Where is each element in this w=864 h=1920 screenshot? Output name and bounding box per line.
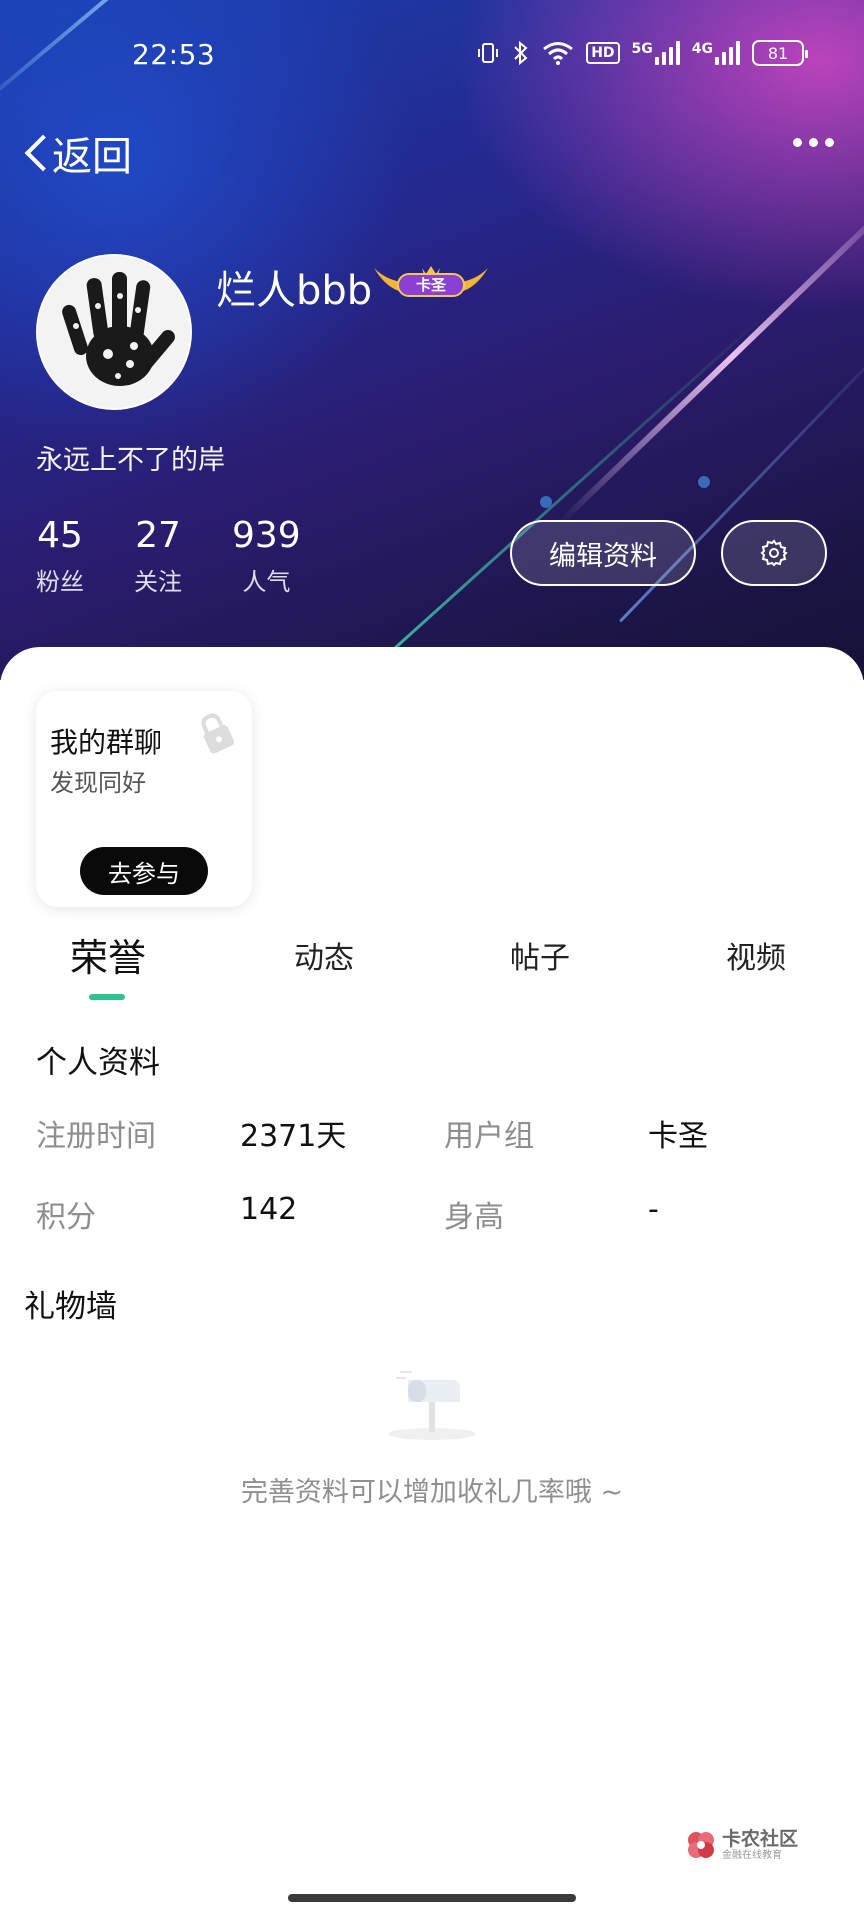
edit-profile-button[interactable]: 编辑资料 (510, 520, 696, 586)
content-sheet: 我的群聊 发现同好 去参与 荣誉 动态 帖子 视频 个人资料 注册时间 2371… (0, 647, 864, 1920)
wifi-icon (542, 41, 574, 65)
avatar[interactable] (36, 254, 192, 410)
tab-activity[interactable]: 动态 (254, 933, 394, 977)
stat-value: 939 (232, 515, 301, 556)
info-value-register-time: 2371天 (240, 1119, 347, 1154)
tab-honors[interactable]: 荣誉 (38, 927, 178, 982)
home-indicator[interactable] (288, 1894, 576, 1902)
more-dot (809, 138, 818, 147)
more-options-button[interactable] (793, 138, 834, 147)
watermark-tagline: 金融在线教育 (722, 1850, 782, 1861)
username: 烂人bbb (216, 268, 373, 314)
profile-banner: 22:53 HD 5G 4G 81 返回 烂人bbb 卡圣 永远上不了的岸 45… (0, 0, 864, 680)
stat-value: 27 (135, 515, 181, 556)
chevron-left-icon (22, 133, 48, 173)
vip-badge: 卡圣 (372, 262, 490, 300)
mailbox-icon (388, 1371, 476, 1440)
info-label-register-time: 注册时间 (36, 1119, 156, 1154)
signal-4g-icon: 4G (692, 41, 740, 65)
status-time: 22:53 (132, 38, 216, 71)
back-button[interactable]: 返回 (22, 124, 132, 182)
stat-following[interactable]: 27 关注 (134, 514, 182, 597)
info-value-height: - (648, 1192, 659, 1227)
light-streak (557, 187, 864, 526)
gift-wall-empty-text: 完善资料可以增加收礼几率哦 ~ (240, 1477, 624, 1508)
profile-stats: 45 粉丝 27 关注 939 人气 (36, 514, 351, 597)
info-value-points: 142 (240, 1192, 298, 1227)
badge-label: 卡圣 (415, 276, 446, 294)
info-label-points: 积分 (36, 1200, 96, 1235)
tab-posts[interactable]: 帖子 (470, 933, 610, 977)
profile-screen: 22:53 HD 5G 4G 81 返回 烂人bbb 卡圣 永远上不了的岸 45… (0, 0, 864, 1920)
bluetooth-icon (512, 40, 530, 66)
handprint-avatar-image (38, 256, 190, 408)
stat-popularity: 939 人气 (232, 514, 301, 597)
group-chat-card[interactable]: 我的群聊 发现同好 去参与 (36, 691, 252, 907)
info-label-height: 身高 (444, 1200, 504, 1235)
profile-tabs: 荣誉 动态 帖子 视频 (0, 927, 864, 1001)
group-card-title: 我的群聊 (50, 726, 163, 759)
net-type-label: 5G (631, 41, 653, 57)
back-label: 返回 (52, 134, 132, 180)
status-bar: 22:53 HD 5G 4G 81 (0, 30, 864, 80)
kanong-logo-icon (688, 1832, 714, 1858)
more-dot (793, 138, 802, 147)
watermark-name: 卡农社区 (722, 1828, 799, 1850)
lock-icon (201, 713, 235, 754)
settings-button[interactable] (721, 520, 827, 586)
tab-videos[interactable]: 视频 (686, 933, 826, 977)
group-card-subtitle: 发现同好 (50, 769, 146, 797)
watermark: 卡农社区 金融在线教育 (684, 1828, 798, 1862)
stat-value: 45 (37, 515, 83, 556)
info-label-user-group: 用户组 (444, 1119, 534, 1154)
decor-dot (540, 496, 552, 508)
net-type-label: 4G (691, 41, 713, 57)
signal-5g-icon: 5G (632, 41, 680, 65)
active-tab-indicator (89, 994, 125, 1000)
light-streak (378, 312, 768, 663)
gear-icon (760, 539, 788, 567)
hd-icon: HD (586, 42, 620, 64)
decor-dot (698, 476, 710, 488)
vibrate-icon (476, 41, 500, 65)
info-value-user-group: 卡圣 (648, 1119, 708, 1154)
status-icons: HD 5G 4G 81 (476, 40, 808, 66)
battery-icon: 81 (752, 40, 808, 66)
stat-label: 人气 (242, 568, 291, 596)
bio-text: 永远上不了的岸 (36, 445, 225, 476)
stat-label: 粉丝 (36, 568, 84, 596)
more-dot (825, 138, 834, 147)
gift-wall-title: 礼物墙 (24, 1289, 117, 1325)
stat-label: 关注 (134, 568, 182, 596)
stat-followers[interactable]: 45 粉丝 (36, 514, 84, 597)
personal-info-title: 个人资料 (36, 1045, 160, 1081)
join-button[interactable]: 去参与 (80, 847, 208, 895)
